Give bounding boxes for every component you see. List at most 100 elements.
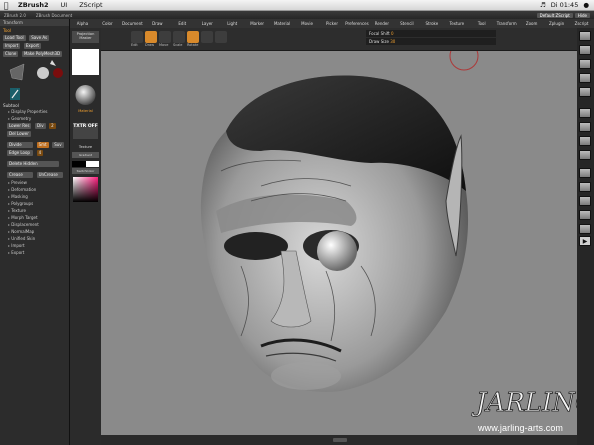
load-tool-button[interactable]: Load Tool [3, 35, 26, 41]
spotlight-icon[interactable]: ● [583, 1, 589, 9]
draw-shelf-button[interactable] [145, 31, 157, 43]
import-item[interactable]: Import [0, 242, 69, 249]
switch-color-button[interactable]: SwitchColor [72, 168, 99, 174]
right-tool-icon-14[interactable] [579, 224, 591, 234]
projection-master-button[interactable]: Projection Master [72, 31, 99, 43]
menu-document[interactable]: Document [120, 21, 145, 26]
menu-alpha[interactable]: Alpha [70, 21, 95, 26]
shelf-button-6[interactable] [201, 31, 213, 43]
deformation-item[interactable]: Deformation [0, 186, 69, 193]
menu-texture[interactable]: Texture [444, 21, 469, 26]
suv-toggle[interactable]: Suv [52, 142, 64, 148]
color-picker[interactable] [73, 177, 98, 202]
right-tool-icon-2[interactable] [579, 45, 591, 55]
tool-thumbnails [0, 58, 69, 102]
del-lower-button[interactable]: Del Lower [7, 131, 31, 137]
right-tool-icon-4[interactable] [579, 73, 591, 83]
shelf-label-rotate: Rotate [187, 43, 199, 47]
geometry-item[interactable]: Geometry [0, 115, 69, 122]
right-tool-icon-1[interactable] [579, 31, 591, 41]
default-zscript-button[interactable]: Default ZScript [536, 12, 573, 18]
masking-item[interactable]: Masking [0, 193, 69, 200]
menu-layer[interactable]: Layer [195, 21, 220, 26]
document-canvas[interactable]: JARLING [101, 41, 594, 436]
right-tool-icon-7[interactable] [579, 122, 591, 132]
right-tool-icon-8[interactable] [579, 136, 591, 146]
txtr-off-button[interactable]: TXTR OFF [73, 123, 98, 139]
export-button[interactable]: Export [23, 43, 41, 49]
export-item[interactable]: Export [0, 249, 69, 256]
tool-thumbnail-icons[interactable] [0, 58, 70, 102]
delete-hidden-button[interactable]: Delete Hidden [7, 161, 59, 167]
texture-item[interactable]: Texture [0, 207, 69, 214]
play-icon[interactable]: ▶ [579, 236, 591, 246]
menu-marker[interactable]: Marker [245, 21, 270, 26]
menu-draw[interactable]: Draw [145, 21, 170, 26]
right-tool-icon-12[interactable] [579, 196, 591, 206]
sub-value[interactable]: 4 [36, 150, 44, 156]
menu-ui[interactable]: UI [55, 1, 74, 9]
menu-zscript[interactable]: ZScript [73, 1, 108, 9]
make-polymesh-button[interactable]: Make PolyMesh3D [21, 51, 63, 57]
menu-zplugin[interactable]: Zplugin [544, 21, 569, 26]
menu-app-name[interactable]: ZBrush2 [12, 1, 55, 9]
volume-icon[interactable]: ♬ [540, 1, 546, 9]
menu-transform[interactable]: Transform [494, 21, 519, 26]
rotate-shelf-button[interactable] [187, 31, 199, 43]
menu-movie[interactable]: Movie [295, 21, 320, 26]
polygroups-item[interactable]: Polygroups [0, 200, 69, 207]
right-tool-icon-5[interactable] [579, 87, 591, 97]
menu-stencil[interactable]: Stencil [394, 21, 419, 26]
menu-zscript[interactable]: Zscript [569, 21, 594, 26]
move-shelf-button[interactable] [159, 31, 171, 43]
uncrease-button[interactable]: UnCrease [36, 172, 63, 178]
hide-button[interactable]: Hide [574, 12, 590, 18]
menu-stroke[interactable]: Stroke [419, 21, 444, 26]
import-button[interactable]: Import [3, 43, 21, 49]
color-swatch-pair[interactable] [72, 161, 99, 167]
smt-toggle[interactable]: Smt [36, 142, 49, 148]
focal-shift-slider[interactable]: Focal Shift 0 [366, 30, 496, 37]
morph-target-item[interactable]: Morph Target [0, 214, 69, 221]
menu-edit[interactable]: Edit [170, 21, 195, 26]
right-tool-icon-3[interactable] [579, 59, 591, 69]
transform-header[interactable]: Transform [0, 19, 69, 26]
edit-shelf-button[interactable] [131, 31, 143, 43]
right-tool-icon-11[interactable] [579, 182, 591, 192]
right-tool-icon-13[interactable] [579, 210, 591, 220]
menu-tool[interactable]: Tool [469, 21, 494, 26]
lower-res-button[interactable]: Lower Res [7, 123, 32, 129]
scale-shelf-button[interactable] [173, 31, 185, 43]
unified-skin-item[interactable]: Unified Skin [0, 235, 69, 242]
menu-preferences[interactable]: Preferences [344, 21, 369, 26]
clock[interactable]: Di 01:45 [551, 1, 579, 9]
right-tool-icon-6[interactable] [579, 108, 591, 118]
normalmap-item[interactable]: NormalMap [0, 228, 69, 235]
menu-picker[interactable]: Picker [320, 21, 345, 26]
menu-light[interactable]: Light [220, 21, 245, 26]
material-sphere-slot[interactable]: Material [70, 81, 101, 117]
clone-button[interactable]: Clone [3, 51, 19, 57]
shelf-button-7[interactable] [215, 31, 227, 43]
sculpt-view[interactable]: JARLING [101, 41, 594, 436]
texture-preview-white[interactable] [72, 49, 99, 75]
preview-item[interactable]: Preview [0, 179, 69, 186]
div-value[interactable]: 2 [49, 123, 56, 129]
save-as-button[interactable]: Save As [29, 35, 50, 41]
gradient-button[interactable]: Gradient [72, 152, 99, 158]
bottom-scroll-handle[interactable] [333, 438, 347, 442]
right-tool-icon-10[interactable] [579, 168, 591, 178]
displacement-item[interactable]: Displacement [0, 221, 69, 228]
apple-menu-icon[interactable]:  [0, 1, 12, 10]
palette-menu-bar: Alpha Color Document Draw Edit Layer Light Mark… [70, 19, 594, 28]
menu-render[interactable]: Render [369, 21, 394, 26]
menu-material[interactable]: Material [270, 21, 295, 26]
right-tool-icon-9[interactable] [579, 150, 591, 160]
divide-button[interactable]: Divide [7, 142, 33, 148]
edge-loop-button[interactable]: Edge Loop [7, 150, 33, 156]
display-properties-item[interactable]: Display Properties [0, 108, 69, 115]
crease-button[interactable]: Crease [7, 172, 33, 178]
draw-size-slider[interactable]: Draw Size 30 [366, 38, 496, 45]
menu-zoom[interactable]: Zoom [519, 21, 544, 26]
menu-color[interactable]: Color [95, 21, 120, 26]
